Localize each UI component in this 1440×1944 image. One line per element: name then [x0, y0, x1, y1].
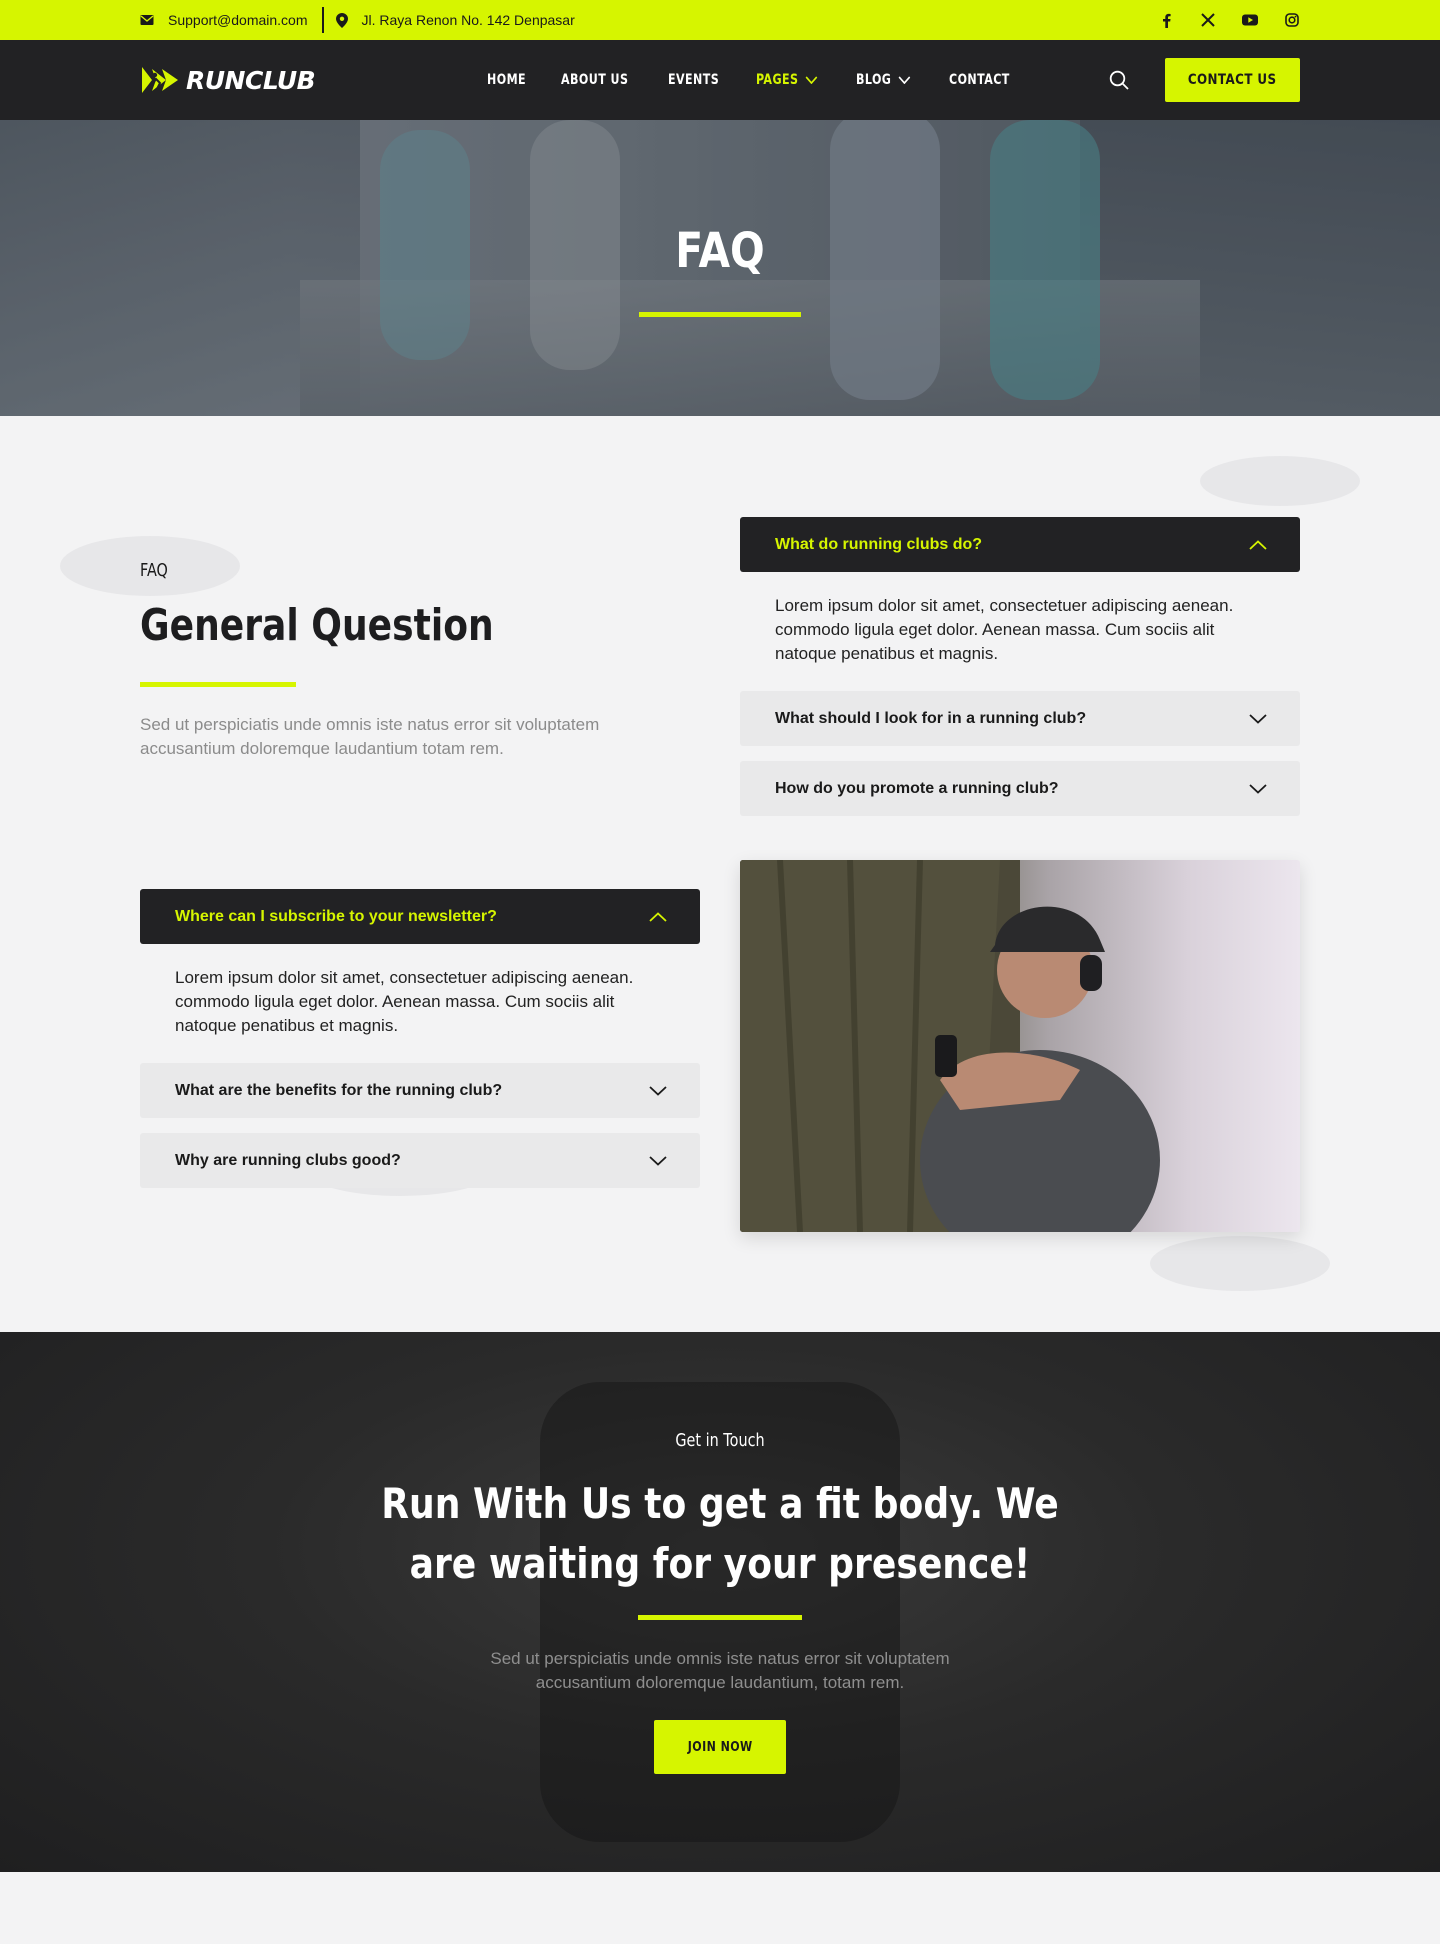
faq-question[interactable]: What should I look for in a running club…	[740, 691, 1300, 746]
faq-accordion-left: Where can I subscribe to your newsletter…	[140, 889, 700, 1188]
logo-text: RUNCLUB	[186, 65, 316, 95]
divider	[321, 7, 324, 33]
cta-section: Get in Touch Run With Us to get a fit bo…	[0, 1332, 1440, 1872]
cta-description: Sed ut perspiciatis unde omnis iste natu…	[490, 1649, 950, 1692]
section-title: General Question	[140, 600, 494, 651]
footer-edge	[0, 1872, 1440, 1944]
faq-eyebrow-wrap: FAQ	[140, 560, 175, 581]
cta-eyebrow: Get in Touch	[675, 1430, 765, 1451]
map-pin-icon	[335, 12, 348, 28]
faq-accent-wrap	[140, 682, 296, 687]
nav-home[interactable]: HOME	[487, 72, 526, 88]
cta-accent-line	[638, 1615, 802, 1620]
nav-pages[interactable]: PAGES	[756, 72, 818, 88]
faq-question-open[interactable]: Where can I subscribe to your newsletter…	[140, 889, 700, 944]
faq-answer: Lorem ipsum dolor sit amet, consectetuer…	[175, 968, 634, 1035]
join-now-button[interactable]: JOIN NOW	[654, 1720, 786, 1774]
title-accent-line	[140, 682, 296, 687]
nav-contact[interactable]: CONTACT	[949, 72, 1010, 88]
chevron-down-icon	[1249, 713, 1267, 724]
address-text: Jl. Raya Renon No. 142 Denpasar	[361, 12, 575, 28]
section-description: Sed ut perspiciatis unde omnis iste natu…	[140, 715, 600, 758]
nav-blog[interactable]: BLOG	[856, 72, 911, 88]
facebook-icon[interactable]	[1158, 12, 1174, 28]
email-contact[interactable]: Support@domain.com	[140, 12, 308, 28]
faq-lead-wrap: Sed ut perspiciatis unde omnis iste natu…	[140, 713, 660, 761]
chevron-down-icon	[899, 76, 911, 84]
background-texture	[1150, 1236, 1330, 1291]
chevron-up-icon	[1249, 539, 1267, 550]
runclub-logo-icon	[140, 65, 180, 95]
faq-title-wrap: General Question	[140, 600, 571, 651]
nav-menu: HOME ABOUT US EVENTS PAGES BLOG CONTACT	[487, 40, 1048, 120]
main-navbar: RUNCLUB HOME ABOUT US EVENTS PAGES BLOG …	[0, 40, 1440, 120]
faq-answer: Lorem ipsum dolor sit amet, consectetuer…	[775, 596, 1234, 663]
youtube-icon[interactable]	[1242, 12, 1258, 28]
background-texture	[1200, 456, 1360, 506]
chevron-up-icon	[649, 911, 667, 922]
runner-photo	[740, 860, 1300, 1232]
faq-question-open[interactable]: What do running clubs do?	[740, 517, 1300, 572]
faq-question-text: Where can I subscribe to your newsletter…	[175, 907, 497, 925]
social-links	[1158, 12, 1300, 28]
faq-accordion-right: What do running clubs do? Lorem ipsum do…	[740, 517, 1300, 816]
faq-question[interactable]: Why are running clubs good?	[140, 1133, 700, 1188]
section-eyebrow: FAQ	[140, 560, 168, 581]
nav-about-us[interactable]: ABOUT US	[561, 72, 628, 88]
address-contact: Jl. Raya Renon No. 142 Denpasar	[335, 12, 575, 28]
chevron-down-icon	[805, 76, 818, 84]
page-title: FAQ	[675, 223, 765, 279]
faq-question-text: How do you promote a running club?	[775, 779, 1059, 797]
runner-photo-illustration	[740, 860, 1160, 1232]
envelope-icon	[140, 14, 154, 26]
faq-question[interactable]: How do you promote a running club?	[740, 761, 1300, 816]
chevron-down-icon	[1249, 783, 1267, 794]
instagram-icon[interactable]	[1284, 12, 1300, 28]
search-icon[interactable]	[1109, 70, 1129, 90]
site-logo[interactable]: RUNCLUB	[140, 65, 316, 95]
faq-question-text: What should I look for in a running club…	[775, 709, 1087, 727]
cta-title: Run With Us to get a fit body. We are wa…	[381, 1479, 1059, 1588]
faq-question-text: What are the benefits for the running cl…	[175, 1081, 503, 1099]
page-hero: FAQ	[0, 120, 1440, 416]
faq-question-text: What do running clubs do?	[775, 535, 983, 553]
chevron-down-icon	[649, 1085, 667, 1096]
x-icon[interactable]	[1200, 12, 1216, 28]
contact-us-button[interactable]: CONTACT US	[1165, 58, 1300, 102]
faq-question-text: Why are running clubs good?	[175, 1151, 401, 1169]
top-bar: Support@domain.com Jl. Raya Renon No. 14…	[0, 0, 1440, 40]
faq-question[interactable]: What are the benefits for the running cl…	[140, 1063, 700, 1118]
email-text[interactable]: Support@domain.com	[168, 12, 308, 28]
title-accent-line	[639, 312, 801, 317]
chevron-down-icon	[649, 1155, 667, 1166]
nav-actions: CONTACT US	[1109, 40, 1300, 120]
nav-events[interactable]: EVENTS	[668, 72, 719, 88]
